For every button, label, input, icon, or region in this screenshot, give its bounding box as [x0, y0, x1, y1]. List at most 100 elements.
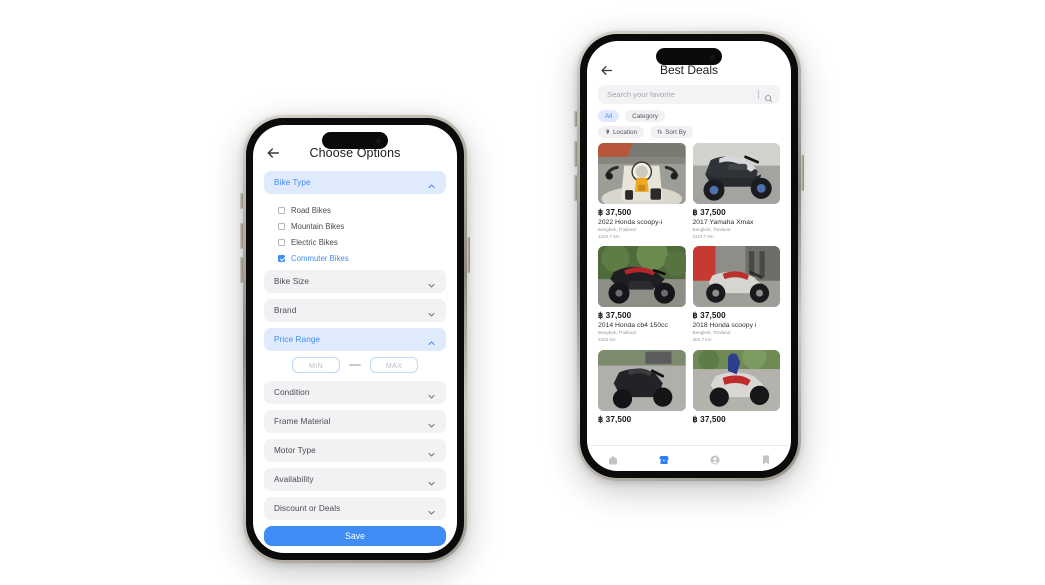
volume-up-button[interactable] — [240, 223, 243, 249]
price-max-input[interactable]: MAX — [370, 357, 418, 373]
checkbox-commuter-bikes[interactable]: Commuter Bikes — [278, 250, 446, 266]
listing-location: Bangkok, Thailand 2323 km — [598, 330, 636, 342]
filter-row-brand[interactable]: Brand — [264, 299, 446, 322]
chevron-down-icon — [427, 446, 436, 457]
price-range-controls: MIN MAX — [264, 357, 446, 373]
power-button[interactable] — [801, 155, 804, 191]
volume-down-button[interactable] — [240, 257, 243, 283]
checkbox-road-bikes[interactable]: Road Bikes — [278, 202, 446, 218]
listing-image-honda-scoopy-yellow[interactable] — [598, 143, 686, 204]
chevron-down-icon — [427, 504, 436, 515]
listing-card[interactable]: ฿ 37,500 — [598, 349, 686, 424]
checkbox-icon[interactable] — [278, 206, 285, 214]
arrow-left-icon[interactable] — [265, 145, 281, 161]
sort-icon — [657, 129, 663, 135]
chip-sort-by[interactable]: Sort By — [650, 126, 694, 138]
listing-price: ฿ 37,500 — [692, 208, 726, 217]
filter-list: Bike Type Road Bikes Mountain Bikes Elec… — [253, 165, 457, 520]
save-button[interactable]: Save — [264, 526, 446, 546]
phone-right-screen: Best Deals Search your favorite All Cate… — [587, 41, 791, 471]
filter-label: Bike Type — [274, 178, 311, 187]
filter-label: Frame Material — [274, 417, 331, 426]
filter-row-motor-type[interactable]: Motor Type — [264, 439, 446, 462]
chevron-down-icon — [427, 277, 436, 288]
filter-row-bike-size[interactable]: Bike Size — [264, 270, 446, 293]
checkbox-label: Road Bikes — [291, 205, 331, 215]
listing-card[interactable]: ฿ 37,500 — [692, 349, 780, 424]
checkbox-mountain-bikes[interactable]: Mountain Bikes — [278, 218, 446, 234]
listing-image-scooter-black[interactable] — [598, 349, 686, 411]
listing-image-yamaha-xmax-black[interactable] — [692, 143, 780, 204]
search-icon[interactable] — [764, 90, 773, 103]
listing-price: ฿ 37,500 — [598, 414, 632, 424]
mute-switch[interactable] — [574, 111, 577, 127]
listings-grid: ฿ 37,500 2022 Honda scoopy-i Bangkok, Th… — [598, 143, 780, 424]
canvas: Choose Options Bike Type Road Bikes Moun… — [0, 0, 1045, 585]
volume-up-button[interactable] — [574, 141, 577, 167]
chip-label: Sort By — [665, 128, 687, 136]
filter-row-bike-type[interactable]: Bike Type — [264, 171, 446, 194]
filter-label: Bike Size — [274, 277, 310, 286]
listing-image-honda-scoopy-silver-red[interactable] — [692, 246, 780, 308]
filter-row-availability[interactable]: Availability — [264, 468, 446, 491]
chip-location[interactable]: Location — [598, 126, 645, 138]
listing-image-motorbike-red-white[interactable] — [692, 349, 780, 411]
filter-row-frame-material[interactable]: Frame Material — [264, 410, 446, 433]
chevron-up-icon — [427, 335, 436, 346]
chip-category[interactable]: Category — [625, 110, 666, 122]
phone-left-screen: Choose Options Bike Type Road Bikes Moun… — [253, 125, 457, 553]
mute-switch[interactable] — [240, 193, 243, 209]
location-pin-icon — [605, 129, 611, 135]
filter-label: Discount or Deals — [274, 504, 341, 513]
listing-card[interactable]: ฿ 37,500 2018 Honda scoopy i Bangkok, Th… — [692, 246, 780, 343]
power-button[interactable] — [467, 237, 470, 273]
filter-row-condition[interactable]: Condition — [264, 381, 446, 404]
chip-label: Location — [613, 128, 638, 136]
dynamic-island — [322, 132, 388, 149]
chip-all[interactable]: All — [598, 110, 620, 122]
listing-image-honda-cb4-black[interactable] — [598, 246, 686, 308]
home-icon[interactable] — [607, 453, 619, 465]
bike-type-options: Road Bikes Mountain Bikes Electric Bikes — [264, 200, 446, 270]
checkbox-label: Mountain Bikes — [291, 221, 345, 231]
filter-chips-row-1: All Category — [587, 104, 791, 122]
listing-price: ฿ 37,500 — [692, 311, 726, 321]
chevron-down-icon — [427, 475, 436, 486]
search-input[interactable]: Search your favorite — [607, 90, 753, 99]
page-title: Best Deals — [659, 63, 719, 77]
listing-location: Bangkok, Thailand 1204.7 km — [598, 227, 636, 239]
range-separator-icon — [349, 364, 361, 366]
checkbox-checked-icon[interactable] — [278, 254, 285, 262]
listing-card[interactable]: ฿ 37,500 2014 Honda cb4 150cc Bangkok, T… — [598, 246, 686, 343]
chip-label: All — [605, 112, 613, 120]
search-bar[interactable]: Search your favorite — [598, 85, 780, 104]
volume-down-button[interactable] — [574, 175, 577, 201]
filter-label: Price Range — [274, 335, 321, 344]
listing-location: Bangkok, Thailand 1124.7 km — [692, 227, 731, 239]
checkbox-icon[interactable] — [278, 222, 285, 230]
listing-card[interactable]: ฿ 37,500 2022 Honda scoopy-i Bangkok, Th… — [598, 143, 686, 240]
filter-chips-row-2: Location Sort By — [587, 122, 791, 138]
bookmark-icon[interactable] — [760, 453, 772, 465]
listing-card[interactable]: ฿ 37,500 2017 Yamaha Xmax Bangkok, Thail… — [692, 143, 780, 240]
chevron-down-icon — [427, 417, 436, 428]
checkbox-icon[interactable] — [278, 238, 285, 246]
filter-row-price-range[interactable]: Price Range — [264, 328, 446, 351]
listing-location: Bangkok, Thailand 302.7 km — [692, 330, 731, 342]
filter-row-discount-or-deals[interactable]: Discount or Deals — [264, 497, 446, 520]
phone-right-bezel: Best Deals Search your favorite All Cate… — [580, 34, 798, 478]
arrow-left-icon[interactable] — [599, 63, 614, 78]
checkbox-label: Commuter Bikes — [291, 253, 349, 263]
profile-icon[interactable] — [709, 453, 721, 465]
marketplace-icon[interactable] — [658, 453, 670, 465]
chevron-down-icon — [427, 306, 436, 317]
phone-left-choose-options: Choose Options Bike Type Road Bikes Moun… — [240, 115, 470, 563]
price-min-input[interactable]: MIN — [292, 357, 340, 373]
chevron-down-icon — [427, 388, 436, 399]
bottom-tab-bar — [587, 445, 791, 471]
checkbox-electric-bikes[interactable]: Electric Bikes — [278, 234, 446, 250]
phone-left-bezel: Choose Options Bike Type Road Bikes Moun… — [246, 118, 464, 560]
chip-label: Category — [632, 112, 659, 120]
filter-label: Brand — [274, 306, 297, 315]
listing-price: ฿ 37,500 — [692, 414, 726, 424]
